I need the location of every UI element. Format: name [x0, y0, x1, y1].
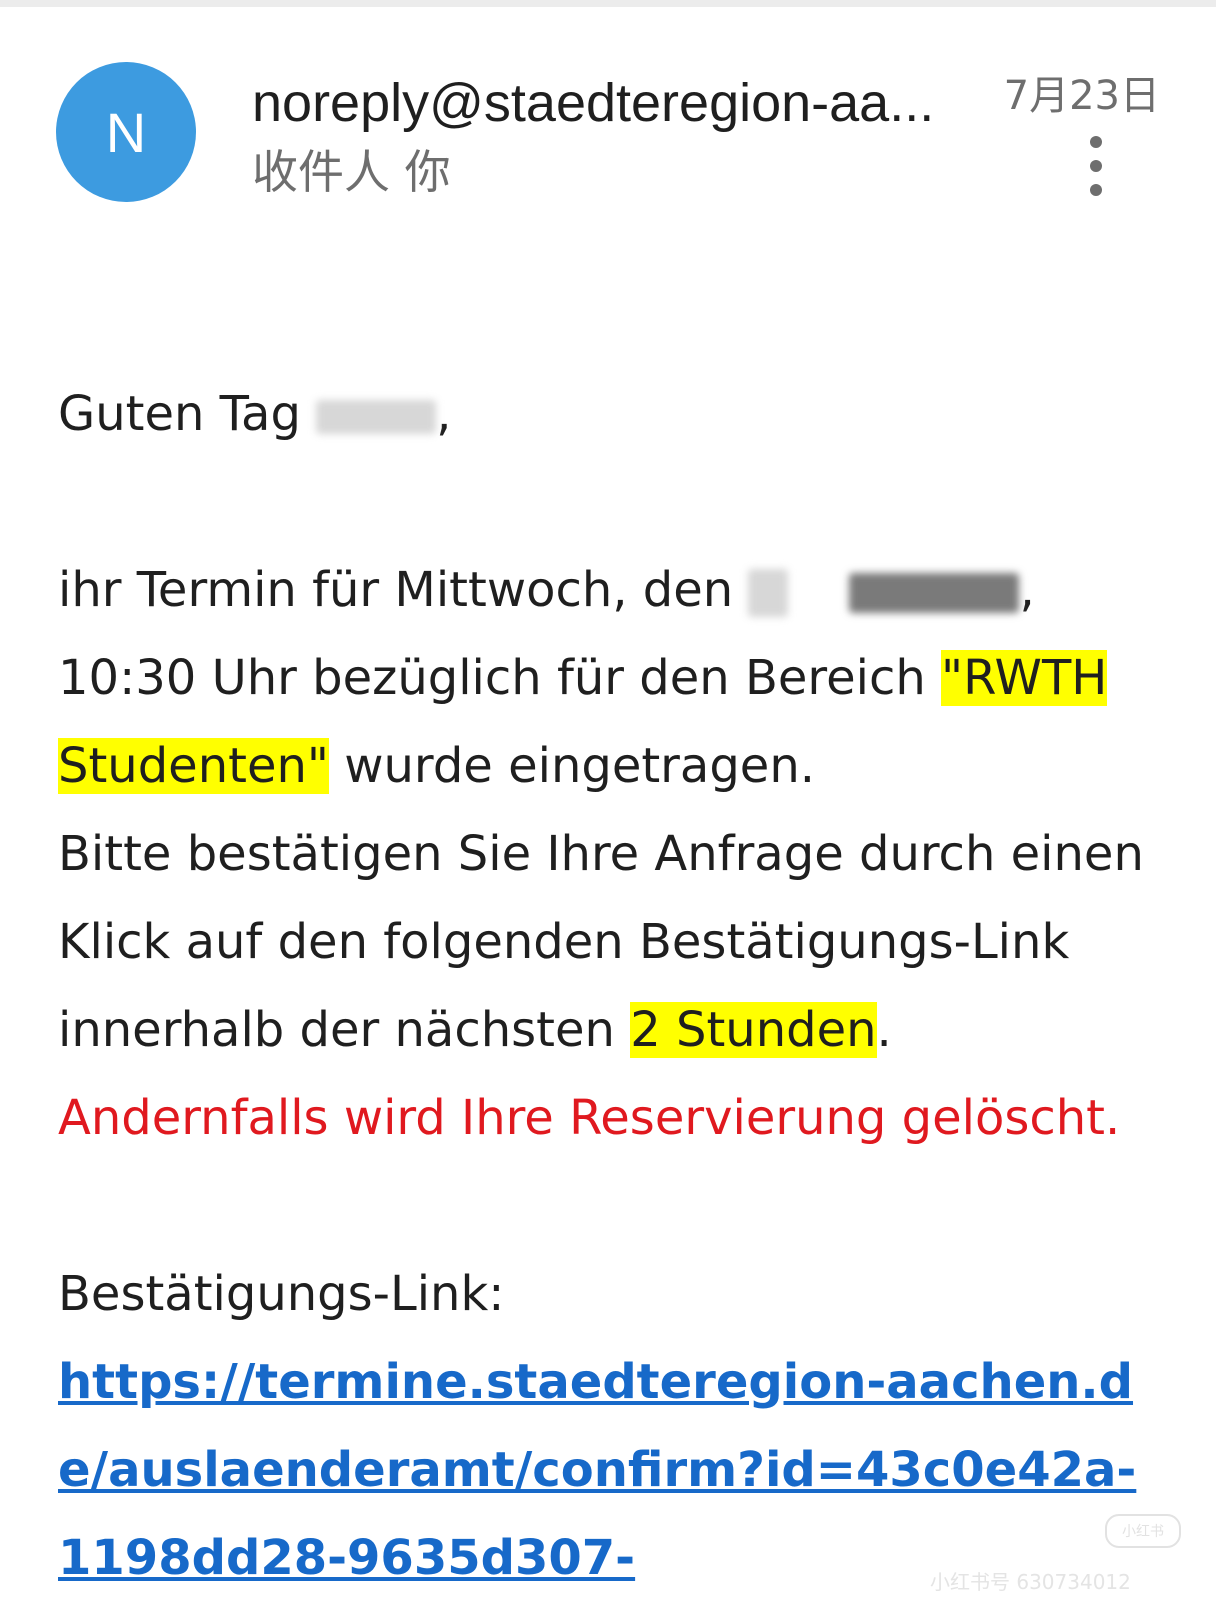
redacted-date: [849, 573, 1020, 613]
redacted-date-part: [748, 569, 789, 617]
link-paragraph: Bestätigungs-Link: https://termine.staed…: [58, 1250, 1168, 1602]
confirm-instruction: Bitte bestätigen Sie Ihre Anfrage durch …: [58, 826, 1144, 1058]
greeting-text: Guten Tag: [58, 386, 317, 442]
appointment-comma: ,: [1019, 562, 1035, 618]
email-date: 7月23日: [1003, 73, 1160, 119]
watermark-badge: 小红书: [1105, 1514, 1181, 1548]
more-options-icon[interactable]: [1078, 136, 1114, 196]
deadline-period: .: [876, 1002, 892, 1058]
greeting-line: Guten Tag ,: [58, 370, 1168, 458]
confirmation-link[interactable]: https://termine.staedteregion-aachen.de/…: [58, 1354, 1136, 1586]
appointment-paragraph: ihr Termin für Mittwoch, den , 10:30 Uhr…: [58, 546, 1168, 1162]
watermark-id: 小红书号 630734012: [930, 1570, 1131, 1594]
deadline-highlight: 2 Stunden: [630, 1002, 877, 1058]
appointment-intro: ihr Termin für Mittwoch, den: [58, 562, 749, 618]
sender-avatar[interactable]: N: [56, 62, 196, 202]
link-label: Bestätigungs-Link:: [58, 1266, 505, 1322]
sender-address[interactable]: noreply@staedteregion-aa...: [252, 68, 962, 138]
email-body: Guten Tag , ihr Termin für Mittwoch, den…: [58, 370, 1168, 1602]
deletion-warning: Andernfalls wird Ihre Reservierung gelös…: [58, 1090, 1121, 1146]
recipient-label[interactable]: 收件人 你: [252, 142, 451, 202]
email-header: N noreply@staedteregion-aa... 收件人 你 7月23…: [0, 0, 1216, 230]
appointment-registered: wurde eingetragen.: [328, 738, 816, 794]
greeting-comma: ,: [436, 386, 452, 442]
more-dot: [1090, 160, 1102, 172]
redacted-name: [316, 400, 437, 434]
avatar-letter: N: [105, 100, 147, 164]
more-dot: [1090, 184, 1102, 196]
more-dot: [1090, 136, 1102, 148]
appointment-time: 10:30 Uhr bezüglich für den Bereich: [58, 650, 942, 706]
